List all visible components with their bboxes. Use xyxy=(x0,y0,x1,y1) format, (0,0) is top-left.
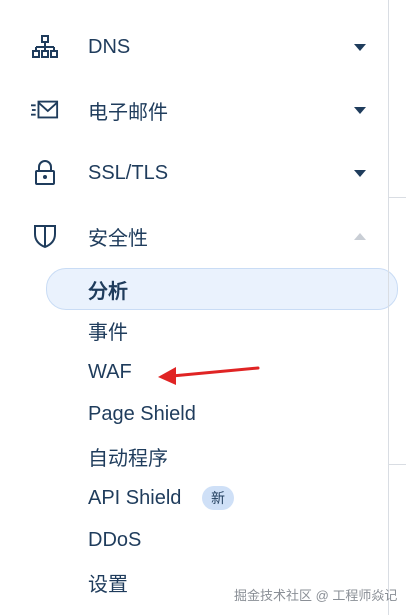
watermark: 掘金技术社区 @ 工程师焱记 xyxy=(234,588,398,603)
annotation-arrow-icon xyxy=(158,366,260,385)
